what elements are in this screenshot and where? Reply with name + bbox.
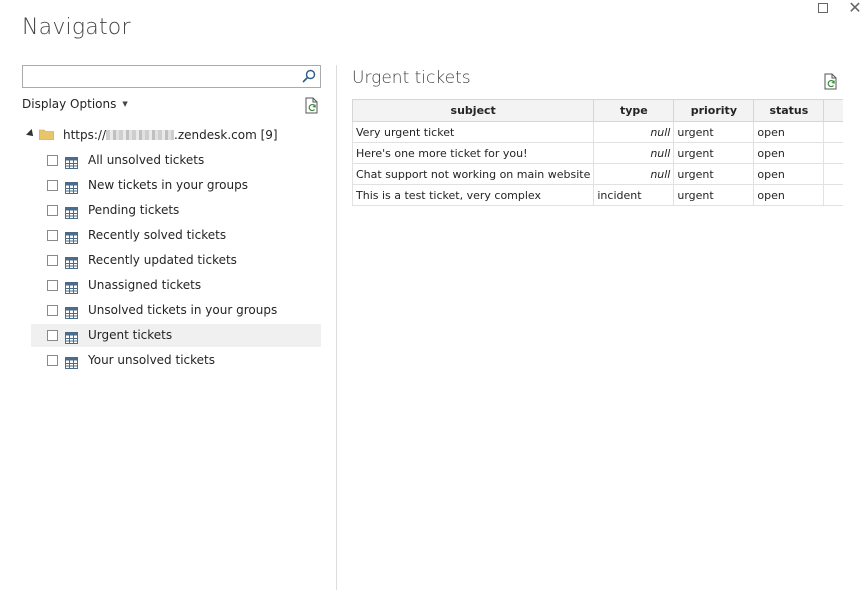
checkbox[interactable] [47,155,58,166]
tree-item-label: Unsolved tickets in your groups [88,303,278,317]
table-icon [65,329,78,344]
collapse-icon[interactable] [26,129,36,139]
table-cell: urgent [673,142,755,164]
tree-item-label: Urgent tickets [88,328,173,342]
table-icon [65,154,78,169]
tree-item[interactable]: Recently updated tickets [31,249,321,272]
table-cell: Here's one more ticket for you! [351,142,595,164]
column-header[interactable]: type [593,99,675,122]
refresh-icon[interactable] [823,73,839,90]
table-icon [65,304,78,319]
table-icon [65,354,78,369]
table-cell: null [593,142,675,164]
tree-item[interactable]: Urgent tickets [31,324,321,347]
column-header[interactable]: priority [673,99,755,122]
redacted-text [106,130,175,140]
table-cell: open [753,163,825,185]
table-row: Here's one more ticket for you! null urgen… [351,142,843,164]
search-icon[interactable] [302,69,316,83]
root-url-prefix: https:// [63,128,107,142]
table-cell: incident [593,184,675,206]
checkbox[interactable] [47,180,58,191]
pane-divider [336,65,337,590]
table-icon [65,179,78,194]
checkbox[interactable] [47,230,58,241]
refresh-icon[interactable] [304,97,320,114]
preview-title: Urgent tickets [352,68,471,88]
table-cell: urgent [673,121,755,143]
chevron-down-icon: ▼ [122,100,128,108]
table-cell: Chat support not working on main website [351,163,595,185]
tree-root-label[interactable]: https:// .zendesk.com [9] [63,128,278,142]
table-icon [65,254,78,269]
tree-item-label: Your unsolved tickets [88,353,215,367]
table-cell: null [593,121,675,143]
table-cell-filler [823,163,843,185]
table-cell-filler [823,121,843,143]
maximize-button[interactable] [818,3,828,13]
root-url-suffix: .zendesk.com [9] [174,128,278,142]
table-cell: urgent [673,184,755,206]
table-cell: urgent [673,163,755,185]
tree-item[interactable]: All unsolved tickets [31,149,321,172]
checkbox[interactable] [47,330,58,341]
search-field[interactable] [22,65,321,89]
dialog-title: Navigator [22,15,131,40]
folder-icon [39,129,54,140]
table-icon [65,229,78,244]
column-header[interactable]: subject [351,99,595,122]
tree-item-label: Unassigned tickets [88,278,202,292]
checkbox[interactable] [47,305,58,316]
tree-item[interactable]: Unassigned tickets [31,274,321,297]
table-cell: Very urgent ticket [351,121,595,143]
close-button[interactable]: ✕ [846,0,864,16]
table-cell: open [753,142,825,164]
tree-item-label: All unsolved tickets [88,153,205,167]
table-cell-filler [823,142,843,164]
tree-item[interactable]: New tickets in your groups [31,174,321,197]
table-row: This is a test ticket, very complex incid… [351,184,843,206]
tree-item-label: New tickets in your groups [88,178,248,192]
tree-item-label: Recently updated tickets [88,253,237,267]
tree-item-label: Recently solved tickets [88,228,227,242]
checkbox[interactable] [47,355,58,366]
table-row: Very urgent ticket null urgent open [351,121,843,143]
tree-item-label: Pending tickets [88,203,180,217]
table-cell: null [593,163,675,185]
tree-item[interactable]: Pending tickets [31,199,321,222]
table-cell-filler [823,184,843,206]
column-header[interactable]: status [753,99,825,122]
table-cell: open [753,121,825,143]
table-icon [65,279,78,294]
table-icon [65,204,78,219]
tree-item[interactable]: Recently solved tickets [31,224,321,247]
display-options-label: Display Options [22,97,117,111]
table-cell: This is a test ticket, very complex [351,184,595,206]
preview-table: subject type priority status Very urgent ti… [351,99,843,206]
table-row: Chat support not working on main website… [351,163,843,185]
display-options-dropdown[interactable]: Display Options ▼ [22,97,128,111]
tree-item[interactable]: Your unsolved tickets [31,349,321,372]
checkbox[interactable] [47,255,58,266]
checkbox[interactable] [47,205,58,216]
table-cell: open [753,184,825,206]
column-header-filler [823,99,843,122]
checkbox[interactable] [47,280,58,291]
search-input[interactable] [27,67,301,89]
tree-item[interactable]: Unsolved tickets in your groups [31,299,321,322]
